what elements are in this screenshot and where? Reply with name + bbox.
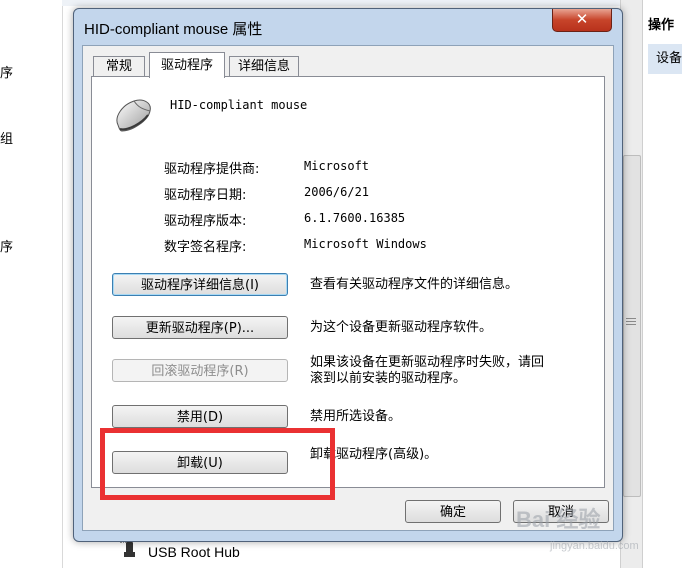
mouse-icon [116, 99, 151, 132]
scrollbar-grip-icon [626, 318, 636, 328]
date-label: 驱动程序日期: [164, 188, 247, 203]
close-button[interactable]: ✕ [552, 9, 612, 32]
tab-driver[interactable]: 驱动程序 [149, 52, 225, 78]
baidu-watermark: Bai 经验 jingyan.baidu.com [510, 500, 680, 566]
provider-value: Microsoft [304, 159, 370, 173]
update-driver-button[interactable]: 更新驱动程序(P)... [112, 316, 288, 339]
rollback-description-line: 滚到以前安装的驱动程序。 [310, 371, 467, 386]
background-toolbar [62, 0, 642, 6]
tree-fragment: 序 [0, 66, 14, 81]
driver-tab-panel: HID-compliant mouse 驱动程序提供商: Microsoft 驱… [91, 76, 605, 488]
tab-general[interactable]: 常规 [93, 56, 145, 77]
watermark-url: jingyan.baidu.com [550, 540, 639, 552]
signer-value: Microsoft Windows [304, 237, 427, 251]
tree-fragment: 组 [0, 132, 14, 147]
driver-details-button[interactable]: 驱动程序详细信息(I) [112, 273, 288, 296]
rollback-driver-button[interactable]: 回滚驱动程序(R) [112, 359, 288, 382]
driver-details-description: 查看有关驱动程序文件的详细信息。 [310, 277, 519, 292]
date-value: 2006/6/21 [304, 185, 370, 199]
disable-description: 禁用所选设备。 [310, 409, 402, 424]
tree-item-label: USB Root Hub [148, 544, 240, 560]
tree-fragment: 序 [0, 240, 14, 255]
version-value: 6.1.7600.16385 [304, 211, 406, 225]
tab-details[interactable]: 详细信息 [229, 56, 299, 77]
actions-pane [642, 0, 682, 568]
ok-button[interactable]: 确定 [405, 500, 501, 523]
dialog-title: HID-compliant mouse 属性 [84, 21, 263, 38]
provider-label: 驱动程序提供商: [164, 162, 260, 177]
actions-pane-item[interactable]: 设备 [648, 44, 682, 74]
version-label: 驱动程序版本: [164, 214, 247, 229]
device-name: HID-compliant mouse [170, 98, 308, 112]
close-icon: ✕ [575, 10, 589, 28]
usb-icon-base [124, 552, 135, 557]
watermark-logo-text: Bai 经验 [516, 507, 601, 532]
actions-pane-header: 操作 [648, 18, 675, 33]
rollback-driver-description: 如果该设备在更新驱动程序时失败，请回 滚到以前安装的驱动程序。 [310, 355, 544, 387]
uninstall-highlight-box [100, 428, 335, 500]
background-tree-panel: 序 组 序 [0, 0, 63, 568]
update-driver-description: 为这个设备更新驱动程序软件。 [310, 320, 493, 335]
signer-label: 数字签名程序: [164, 240, 247, 255]
disable-button[interactable]: 禁用(D) [112, 405, 288, 428]
rollback-description-line: 如果该设备在更新驱动程序时失败，请回 [310, 355, 545, 370]
